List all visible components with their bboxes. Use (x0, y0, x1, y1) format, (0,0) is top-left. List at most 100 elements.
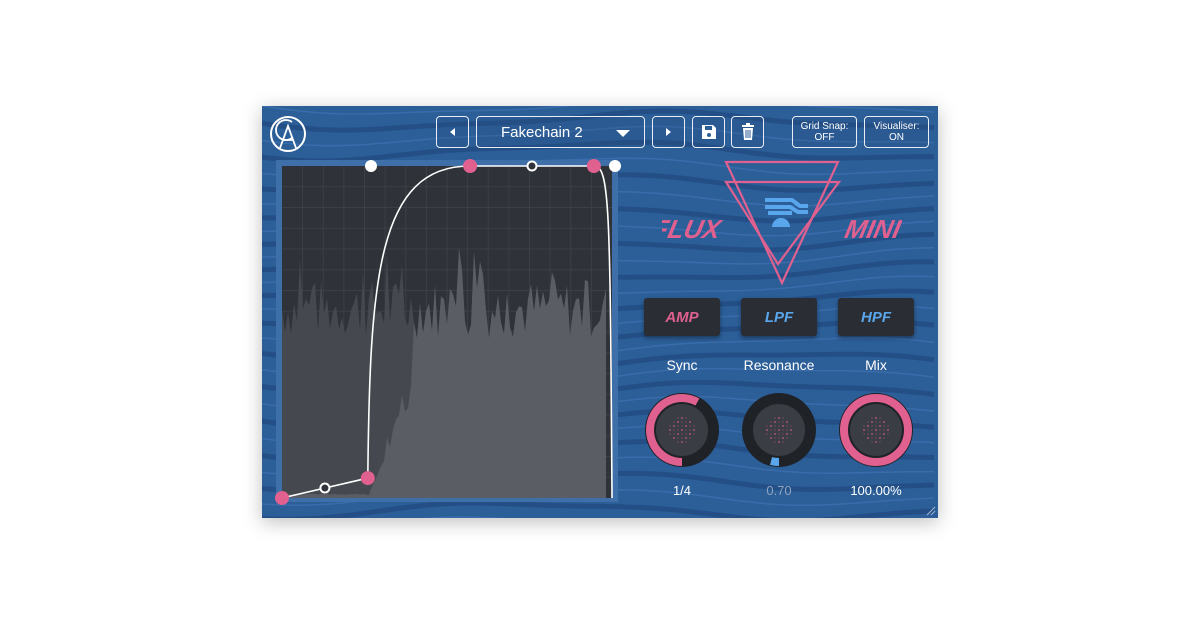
knob-dot (782, 433, 784, 435)
knob-dot (669, 433, 671, 435)
knob-dot (681, 429, 683, 431)
mix-label: Mix (865, 357, 887, 373)
knob-dot (689, 433, 691, 435)
knob-dot (875, 425, 877, 427)
knob-dot (863, 425, 865, 427)
knob-dot (782, 429, 784, 431)
knob-dot (778, 417, 780, 419)
knob-dot (669, 429, 671, 431)
tension-handle[interactable] (609, 160, 621, 172)
knob-dot (883, 429, 885, 431)
knob-dot (879, 421, 881, 423)
knob-dot (879, 429, 881, 431)
sync-value: 1/4 (672, 483, 692, 498)
knob-dot (778, 441, 780, 443)
knob-dot (863, 429, 865, 431)
knob-dot (871, 441, 873, 443)
knob-dot (681, 417, 683, 419)
knob-dot (887, 429, 889, 431)
envelope-curve (281, 165, 613, 499)
knob-dot (883, 433, 885, 435)
knob-value-arc (770, 457, 780, 466)
knob-dot (689, 421, 691, 423)
knob-dot (786, 425, 788, 427)
knob-dot (879, 417, 881, 419)
resonance-value: 0.70 (766, 483, 792, 498)
knob-dot (782, 421, 784, 423)
knob-dot (790, 429, 792, 431)
mix-knob[interactable] (838, 392, 914, 468)
knob-dot (875, 417, 877, 419)
knob-dot (875, 429, 877, 431)
knob-dot (774, 437, 776, 439)
knob-dot (677, 421, 679, 423)
knob-dot (786, 421, 788, 423)
knob-dot (693, 425, 695, 427)
plugin-window: Fakechain 2 Grid Snap: OFF Visualiser: O… (262, 106, 938, 518)
knob-dot (875, 433, 877, 435)
curve-handle[interactable] (526, 160, 538, 172)
knob-dot (782, 441, 784, 443)
resize-grip-icon[interactable] (924, 504, 936, 516)
knob-dot (770, 429, 772, 431)
knob-dot (875, 441, 877, 443)
curve-handle[interactable] (319, 482, 331, 494)
knob-dot (790, 433, 792, 435)
envelope-point[interactable] (275, 491, 289, 505)
mode-amp-button[interactable]: AMP (644, 298, 720, 336)
knob-dot (681, 421, 683, 423)
knob-dot (782, 417, 784, 419)
sync-knob[interactable] (644, 392, 720, 468)
knob-dot (879, 433, 881, 435)
knob-dot (879, 425, 881, 427)
knob-dot (677, 429, 679, 431)
knob-dot (887, 433, 889, 435)
knob-dot (778, 425, 780, 427)
knob-dot (681, 425, 683, 427)
knob-dot (766, 425, 768, 427)
knob-dot (875, 437, 877, 439)
envelope-point[interactable] (360, 471, 375, 486)
knob-dot (778, 421, 780, 423)
mode-hpf-label: HPF (861, 308, 891, 326)
knob-dot (685, 441, 687, 443)
knob-dot (685, 417, 687, 419)
logo-flux-text: FLUX (662, 214, 725, 244)
knob-dot (782, 437, 784, 439)
knob-dot (685, 437, 687, 439)
knob-dot (879, 441, 881, 443)
knob-dot (863, 433, 865, 435)
flux-mini-logo: FLUX MINI (662, 160, 902, 286)
resonance-knob[interactable] (741, 392, 817, 468)
sync-label: Sync (666, 357, 698, 373)
knob-dot (685, 433, 687, 435)
knob-dot (871, 437, 873, 439)
knob-dot (689, 429, 691, 431)
knob-dot (778, 433, 780, 435)
knob-dot (677, 425, 679, 427)
knob-dot (693, 429, 695, 431)
knob-dot (778, 429, 780, 431)
knob-dot (871, 425, 873, 427)
knob-dot (867, 429, 869, 431)
envelope-point[interactable] (463, 159, 478, 173)
knob-dot (778, 437, 780, 439)
knob-dot (871, 421, 873, 423)
knob-dot (673, 429, 675, 431)
knob-dot (774, 441, 776, 443)
knob-dot (875, 421, 877, 423)
knob-dot (790, 425, 792, 427)
knob-dot (786, 429, 788, 431)
knob-dot (871, 429, 873, 431)
mode-amp-label: AMP (665, 308, 699, 326)
knob-dot (673, 437, 675, 439)
tension-handle[interactable] (365, 160, 377, 172)
logo-mini-text: MINI (842, 214, 902, 244)
knob-dot (774, 429, 776, 431)
knob-dot (883, 421, 885, 423)
knob-dot (774, 425, 776, 427)
knob-dot (766, 429, 768, 431)
mode-lpf-button[interactable]: LPF (741, 298, 817, 336)
envelope-point[interactable] (586, 159, 601, 173)
mode-hpf-button[interactable]: HPF (838, 298, 914, 336)
